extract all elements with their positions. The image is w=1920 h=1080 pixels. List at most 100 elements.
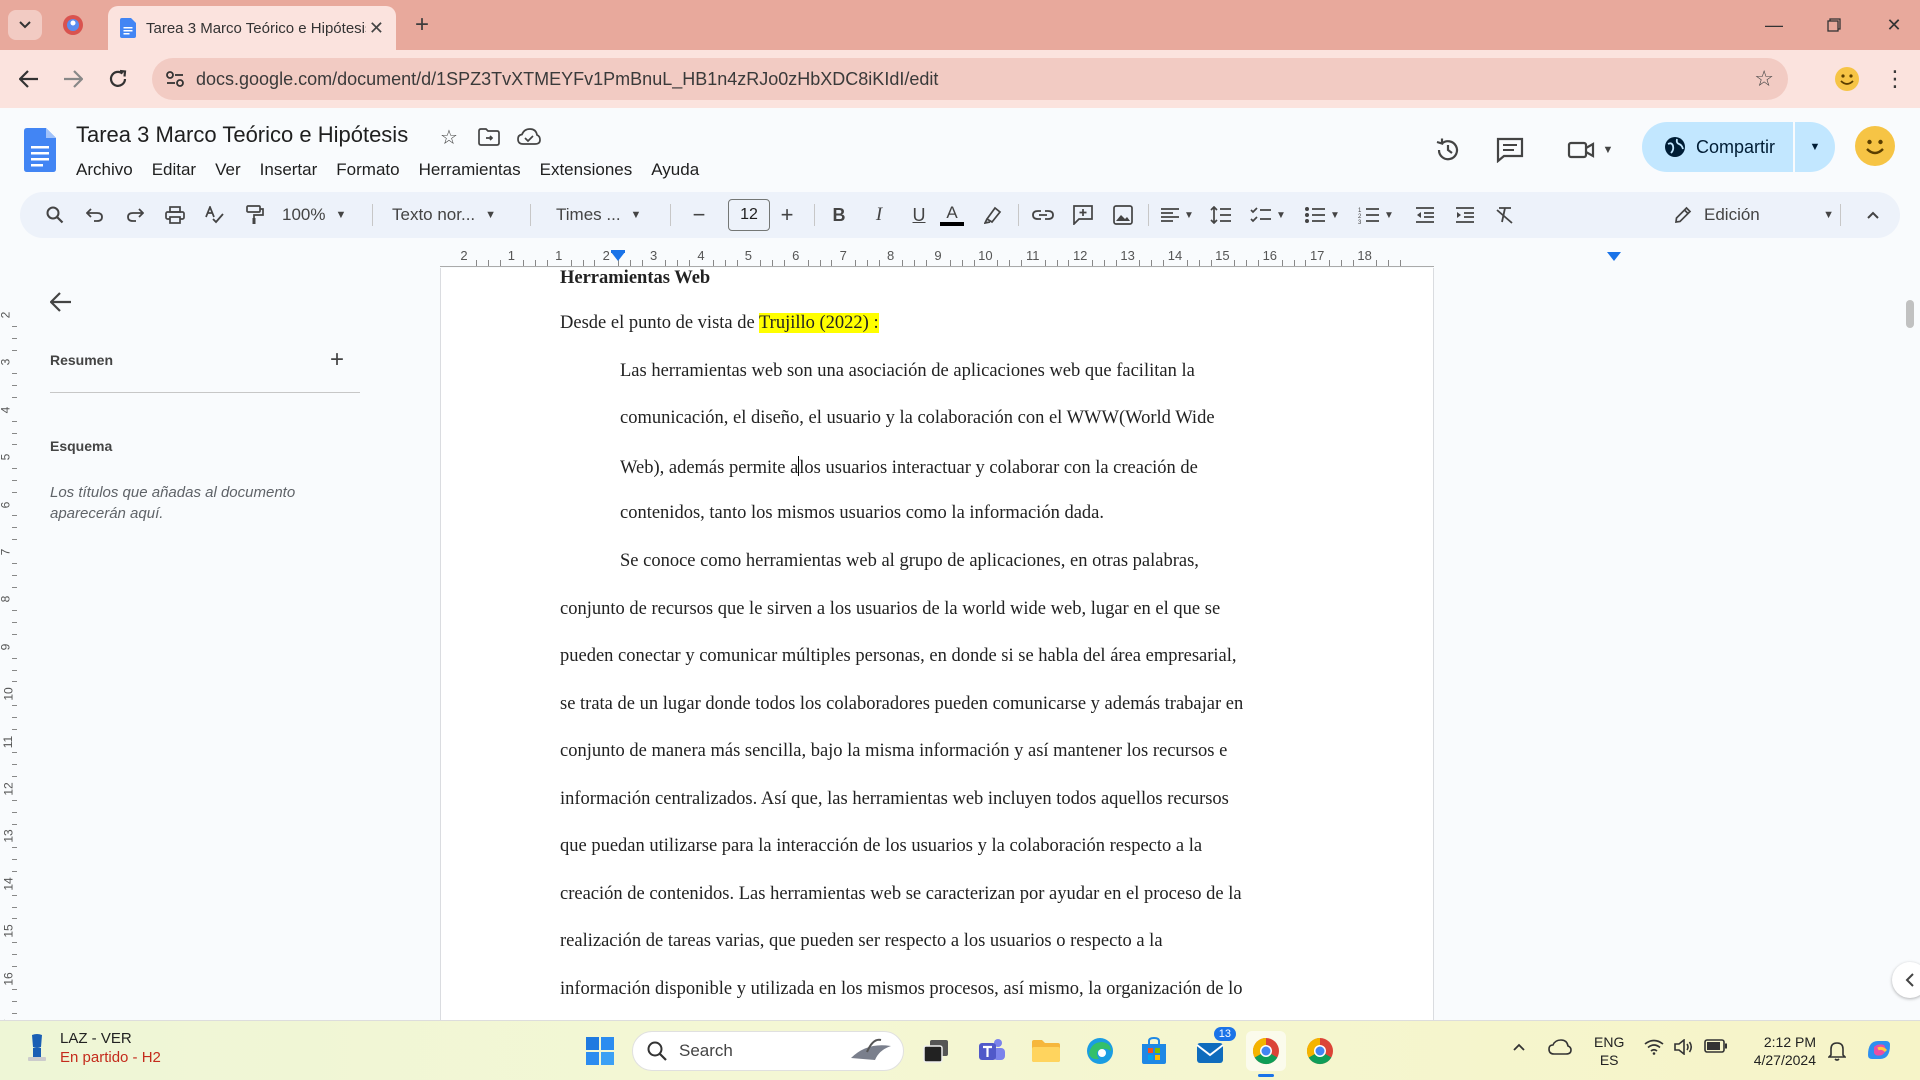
back-button[interactable] xyxy=(14,64,44,94)
menu-formato[interactable]: Formato xyxy=(336,156,408,184)
file-explorer-app[interactable] xyxy=(1026,1031,1066,1071)
meet-button[interactable]: ▼ xyxy=(1560,130,1620,170)
chrome-profile-app[interactable] xyxy=(1300,1031,1340,1071)
text-color-button[interactable]: A xyxy=(936,200,968,230)
decrease-indent-button[interactable] xyxy=(1410,200,1440,230)
pinned-tab[interactable] xyxy=(60,12,86,38)
italic-button[interactable]: I xyxy=(864,200,894,230)
insert-image-button[interactable] xyxy=(1108,200,1138,230)
restore-button[interactable] xyxy=(1804,0,1864,50)
zoom-select[interactable]: 100% ▼ xyxy=(282,200,356,230)
menu-extensiones[interactable]: Extensiones xyxy=(540,156,642,184)
profile-button[interactable] xyxy=(1832,64,1862,94)
ruler-tick xyxy=(926,260,928,266)
tab-active[interactable]: Tarea 3 Marco Teórico e Hipótesis ✕ xyxy=(108,6,396,50)
menu-herramientas[interactable]: Herramientas xyxy=(419,156,530,184)
copilot-button[interactable] xyxy=(1864,1035,1894,1070)
reload-button[interactable] xyxy=(103,64,133,94)
onedrive-tray[interactable] xyxy=(1548,1039,1572,1062)
paragraph-style-select[interactable]: Texto nor... ▼ xyxy=(392,200,510,230)
document-page[interactable]: Herramientas Web Desde el punto de vista… xyxy=(440,268,1434,1020)
align-button[interactable]: ▼ xyxy=(1156,200,1198,230)
start-button[interactable] xyxy=(580,1031,620,1071)
line-spacing-button[interactable] xyxy=(1206,200,1236,230)
move-folder-button[interactable] xyxy=(476,124,502,150)
clock-button[interactable]: 2:12 PM 4/27/2024 xyxy=(1748,1033,1816,1069)
store-app[interactable] xyxy=(1134,1031,1174,1071)
left-indent-marker[interactable] xyxy=(611,250,625,253)
print-button[interactable] xyxy=(160,200,190,230)
menu-insertar[interactable]: Insertar xyxy=(260,156,327,184)
share-dropdown-button[interactable]: ▼ xyxy=(1795,122,1835,172)
share-button[interactable]: Compartir xyxy=(1642,122,1794,172)
bookmark-star-icon[interactable]: ☆ xyxy=(1754,66,1774,92)
increase-indent-button[interactable] xyxy=(1450,200,1480,230)
menu-ayuda[interactable]: Ayuda xyxy=(651,156,708,184)
hide-menus-button[interactable] xyxy=(1858,200,1888,230)
insert-link-button[interactable] xyxy=(1028,200,1058,230)
taskbar-search[interactable]: Search xyxy=(632,1031,904,1071)
add-comment-button[interactable] xyxy=(1068,200,1098,230)
docs-favicon-icon xyxy=(120,18,136,38)
edge-app[interactable] xyxy=(1080,1031,1120,1071)
vertical-ruler-tick xyxy=(12,918,17,920)
task-view-button[interactable] xyxy=(916,1031,956,1071)
browser-menu-button[interactable]: ⋮ xyxy=(1880,64,1910,94)
highlight-color-button[interactable] xyxy=(978,200,1008,230)
increase-font-size-button[interactable]: + xyxy=(772,200,802,230)
undo-button[interactable] xyxy=(80,200,110,230)
paint-format-button[interactable] xyxy=(240,200,270,230)
globe-icon xyxy=(1665,137,1685,157)
side-panel-toggle-button[interactable] xyxy=(1892,962,1920,998)
version-history-button[interactable] xyxy=(1428,130,1468,170)
chrome-app-active[interactable] xyxy=(1246,1031,1286,1077)
add-summary-button[interactable]: + xyxy=(330,346,344,374)
tray-overflow-button[interactable] xyxy=(1512,1039,1526,1057)
forward-button[interactable] xyxy=(58,64,88,94)
new-tab-button[interactable]: + xyxy=(406,10,438,40)
quick-settings-button[interactable] xyxy=(1644,1039,1728,1055)
menu-editar[interactable]: Editar xyxy=(152,156,205,184)
bulleted-list-button[interactable]: ▼ xyxy=(1300,200,1344,230)
star-icon[interactable]: ☆ xyxy=(436,124,462,150)
vertical-ruler-tick xyxy=(12,965,17,967)
font-size-input[interactable]: 12 xyxy=(728,199,770,231)
address-bar[interactable]: docs.google.com/document/d/1SPZ3TvXTMEYF… xyxy=(152,58,1788,100)
numbered-list-button[interactable]: 123 ▼ xyxy=(1354,200,1398,230)
menu-ver[interactable]: Ver xyxy=(215,156,250,184)
close-icon[interactable]: ✕ xyxy=(369,18,384,39)
clear-formatting-button[interactable] xyxy=(1490,200,1520,230)
right-indent-marker[interactable] xyxy=(1607,252,1621,261)
cloud-status[interactable] xyxy=(516,124,542,150)
spellcheck-button[interactable] xyxy=(200,200,230,230)
widgets-button[interactable]: LAZ - VER En partido - H2 xyxy=(24,1029,161,1067)
vertical-ruler-tick xyxy=(12,1001,17,1003)
comments-button[interactable] xyxy=(1490,130,1530,170)
teams-app[interactable] xyxy=(972,1031,1012,1071)
minimize-button[interactable]: — xyxy=(1744,0,1804,50)
input-language-button[interactable]: ENG ES xyxy=(1594,1033,1624,1069)
close-window-button[interactable]: ✕ xyxy=(1864,0,1920,50)
tab-search-button[interactable] xyxy=(8,10,42,40)
horizontal-ruler[interactable]: 2 1 1 2 3 4 5 6 7 8 9 10 11 12 13 14 15 16 17 18 xyxy=(440,246,1621,268)
close-outline-button[interactable] xyxy=(49,288,72,319)
image-icon xyxy=(1113,205,1133,225)
menu-archivo[interactable]: Archivo xyxy=(76,156,142,184)
first-line-indent-marker[interactable] xyxy=(611,252,625,261)
vertical-ruler-tick xyxy=(12,823,17,825)
bold-button[interactable]: B xyxy=(824,200,854,230)
search-menus-button[interactable] xyxy=(40,200,70,230)
font-select[interactable]: Times ... ▼ xyxy=(556,200,656,230)
vertical-ruler-tick xyxy=(12,468,17,470)
scrollbar-thumb[interactable] xyxy=(1906,300,1914,328)
docs-logo-icon[interactable] xyxy=(24,128,56,172)
notifications-button[interactable] xyxy=(1827,1041,1847,1066)
editing-mode-select[interactable]: Edición ▼ xyxy=(1674,200,1834,230)
account-avatar[interactable] xyxy=(1855,126,1895,166)
outlook-app[interactable]: 13 xyxy=(1190,1027,1236,1071)
redo-button[interactable] xyxy=(120,200,150,230)
decrease-font-size-button[interactable]: − xyxy=(684,200,714,230)
underline-button[interactable]: U xyxy=(904,200,934,230)
checklist-button[interactable]: ▼ xyxy=(1246,200,1290,230)
document-title[interactable]: Tarea 3 Marco Teórico e Hipótesis xyxy=(76,122,408,148)
